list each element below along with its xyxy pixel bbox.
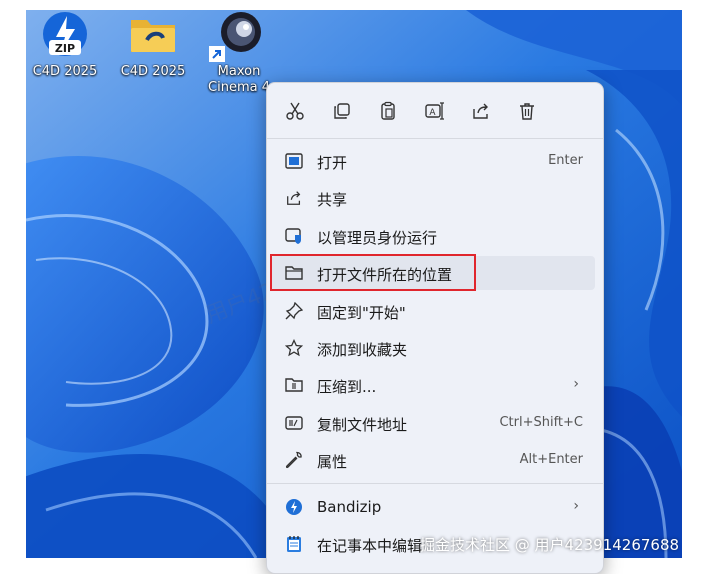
desktop-icon-c4d-folder[interactable]: C4D 2025 bbox=[114, 10, 192, 80]
desktop-icon-c4d-zip[interactable]: ZIP C4D 2025 bbox=[26, 10, 104, 80]
menu-item-pin-to-start[interactable]: 固定到"开始" bbox=[271, 294, 595, 328]
bandizip-zip-icon: ZIP bbox=[43, 12, 87, 56]
quick-actions-bar: A bbox=[267, 93, 603, 129]
desktop-icon-label: C4D 2025 bbox=[120, 64, 186, 79]
pin-icon bbox=[284, 301, 304, 321]
scissors-icon bbox=[286, 102, 304, 120]
chevron-right-icon: › bbox=[573, 376, 579, 392]
menu-item-shortcut: Enter bbox=[548, 153, 583, 168]
menu-item-label: 固定到"开始" bbox=[317, 304, 406, 322]
menu-item-label: 属性 bbox=[317, 453, 348, 471]
menu-item-copy-path[interactable]: 复制文件地址 Ctrl+Shift+C bbox=[271, 406, 595, 440]
star-icon bbox=[284, 338, 304, 358]
menu-separator bbox=[267, 138, 603, 139]
watermark-footer: 掘金技术社区 @ 用户423914267688 bbox=[420, 536, 680, 554]
desktop-icon-label: Maxon Cinema 4 bbox=[208, 64, 270, 95]
copy-button[interactable] bbox=[322, 93, 362, 129]
share-button[interactable] bbox=[461, 93, 501, 129]
rename-icon: A bbox=[425, 102, 444, 120]
chevron-right-icon: › bbox=[573, 498, 579, 514]
menu-item-label: 复制文件地址 bbox=[317, 416, 408, 434]
folder-icon bbox=[131, 20, 175, 52]
menu-separator bbox=[267, 483, 603, 484]
menu-item-label: Bandizip bbox=[317, 498, 382, 516]
svg-text:A: A bbox=[429, 108, 436, 118]
compressed-folder-icon bbox=[284, 375, 304, 395]
notepad-icon bbox=[284, 534, 304, 554]
open-window-icon bbox=[284, 151, 304, 171]
menu-item-label: 共享 bbox=[317, 191, 348, 209]
menu-item-compress-to[interactable]: 压缩到... › bbox=[271, 368, 595, 402]
desktop-icon-maxon-cinema4d[interactable]: Maxon Cinema 4 bbox=[200, 10, 278, 96]
context-menu: A 打开 Enter 共享 以管理员身份运行 打开文件所在的位置 固定到"开始"… bbox=[266, 82, 604, 574]
menu-item-properties[interactable]: 属性 Alt+Enter bbox=[271, 443, 595, 477]
menu-item-run-as-admin[interactable]: 以管理员身份运行 bbox=[271, 219, 595, 253]
menu-item-label: 压缩到... bbox=[317, 378, 377, 396]
menu-item-shortcut: Alt+Enter bbox=[519, 452, 583, 467]
share-icon bbox=[473, 103, 488, 119]
desktop-icon-label: C4D 2025 bbox=[32, 64, 98, 79]
menu-item-open[interactable]: 打开 Enter bbox=[271, 144, 595, 178]
menu-item-label: 添加到收藏夹 bbox=[317, 341, 408, 359]
menu-item-shortcut: Ctrl+Shift+C bbox=[499, 415, 583, 430]
paste-button[interactable] bbox=[368, 93, 408, 129]
menu-item-label: 打开 bbox=[317, 154, 348, 172]
copy-path-icon bbox=[284, 413, 304, 433]
shortcut-arrow-icon bbox=[209, 46, 225, 62]
menu-item-label: 以管理员身份运行 bbox=[317, 229, 438, 247]
menu-item-label: 在记事本中编辑 bbox=[317, 537, 423, 555]
menu-item-bandizip[interactable]: Bandizip › bbox=[271, 490, 595, 524]
trash-icon bbox=[520, 103, 534, 120]
share-icon bbox=[284, 188, 304, 208]
clipboard-icon bbox=[381, 101, 395, 120]
cut-button[interactable] bbox=[275, 93, 315, 129]
wrench-icon bbox=[284, 450, 304, 470]
copy-icon bbox=[334, 103, 350, 119]
menu-item-share[interactable]: 共享 bbox=[271, 181, 595, 215]
admin-shield-icon bbox=[284, 226, 304, 246]
menu-item-add-to-favorites[interactable]: 添加到收藏夹 bbox=[271, 331, 595, 365]
rename-button[interactable]: A bbox=[414, 93, 454, 129]
highlight-annotation-box bbox=[270, 254, 476, 291]
delete-button[interactable] bbox=[507, 93, 547, 129]
bandizip-icon bbox=[284, 497, 304, 517]
zip-badge-text: ZIP bbox=[55, 42, 75, 55]
